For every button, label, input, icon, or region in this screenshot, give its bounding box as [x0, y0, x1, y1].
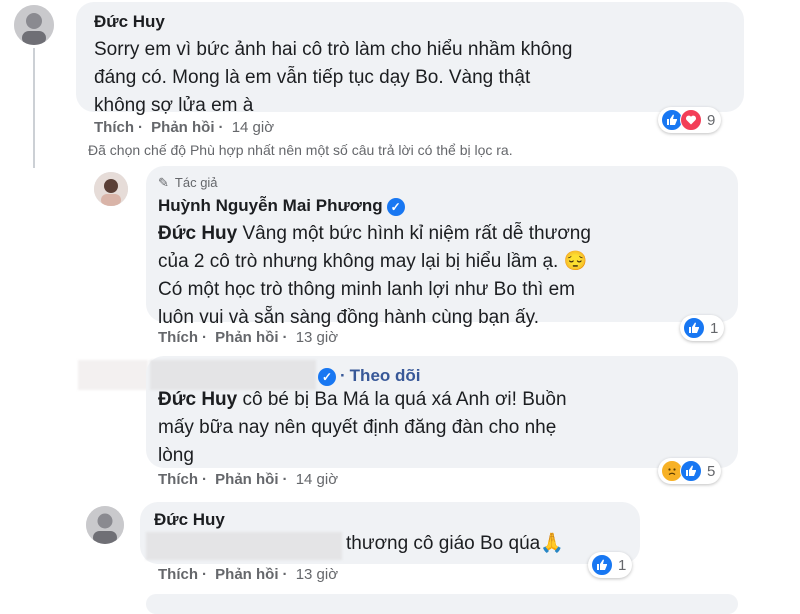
- comment-line: Sorry em vì bức ảnh hai cô trò làm cho h…: [94, 39, 573, 60]
- separator: ·: [138, 119, 143, 136]
- separator: ·: [282, 471, 288, 488]
- reply-button[interactable]: Phản hồi: [215, 566, 278, 583]
- comment-text: Đức Huy cô bé bị Ba Má la quá xá Anh ơi!…: [158, 386, 567, 470]
- reply-button[interactable]: Phản hồi: [151, 119, 214, 136]
- avatar[interactable]: [94, 172, 128, 206]
- comment-author-name: Huỳnh Nguyễn Mai Phương: [158, 196, 383, 215]
- comment-line: Đức Huy Vâng một bức hình kỉ niệm rất dễ…: [158, 220, 591, 248]
- comment-actions: Thích · Phản hồi · 14 giờ: [158, 471, 342, 488]
- comment-author[interactable]: Đức Huy: [154, 510, 225, 530]
- reply-button[interactable]: Phản hồi: [215, 329, 278, 346]
- separator: ·: [202, 329, 207, 346]
- pencil-icon: ✎: [158, 175, 169, 190]
- like-reaction-icon: [680, 460, 702, 482]
- comment-time[interactable]: 13 giờ: [296, 329, 338, 346]
- separator: ·: [282, 329, 288, 346]
- reaction-count: 1: [710, 319, 719, 337]
- comment-line: mấy bữa nay nên quyết định đăng đàn cho …: [158, 417, 557, 438]
- comment-text: Đức Huy Vâng một bức hình kỉ niệm rất dễ…: [158, 220, 591, 332]
- comment-time[interactable]: 14 giờ: [232, 119, 274, 136]
- comment-time[interactable]: 14 giờ: [296, 471, 338, 488]
- separator: ·: [218, 119, 224, 136]
- like-reaction-icon: [683, 317, 705, 339]
- like-reaction-icon: [591, 554, 613, 576]
- mention-link[interactable]: Đức Huy: [158, 389, 237, 410]
- reaction-summary[interactable]: 1: [588, 552, 633, 578]
- thread-line: [33, 48, 35, 168]
- filter-note: Đã chọn chế độ Phù hợp nhất nên một số c…: [88, 142, 513, 158]
- comment-line: lòng: [158, 445, 194, 466]
- avatar[interactable]: [14, 5, 54, 45]
- like-button[interactable]: Thích: [158, 471, 198, 488]
- comment-actions: Thích · Phản hồi · 14 giờ: [94, 119, 278, 136]
- reaction-summary[interactable]: 5: [658, 458, 722, 484]
- comment-line: không sợ lửa em à: [94, 95, 254, 116]
- comment-actions: Thích · Phản hồi · 13 giờ: [158, 566, 342, 583]
- reaction-count: 5: [707, 462, 716, 480]
- like-button[interactable]: Thích: [158, 566, 198, 583]
- comment-text: Sorry em vì bức ảnh hai cô trò làm cho h…: [94, 36, 572, 120]
- comment-line: của 2 cô trò nhưng không may lại bị hiểu…: [158, 251, 588, 272]
- next-comment-bubble: [146, 594, 738, 614]
- comment-line: Đức Huy cô bé bị Ba Má la quá xá Anh ơi!…: [158, 386, 567, 414]
- separator: ·: [282, 566, 288, 583]
- follow-link[interactable]: ✓ · Theo dõi: [318, 366, 421, 386]
- comment-bubble: Đức Huy Sorry em vì bức ảnh hai cô trò l…: [76, 2, 744, 116]
- comment-line-rest: Vâng một bức hình kỉ niệm rất dễ thương: [237, 223, 591, 244]
- comment-bubble: ✎ Tác giả Huỳnh Nguyễn Mai Phương ✓ Đức Hu…: [146, 166, 738, 328]
- comment-text: thương cô giáo Bo qúa🙏: [346, 533, 564, 554]
- comment-author[interactable]: Đức Huy: [94, 12, 165, 32]
- mention-link[interactable]: Đức Huy: [158, 223, 237, 244]
- separator: ·: [202, 471, 207, 488]
- avatar[interactable]: [86, 506, 124, 544]
- author-badge-label: Tác giả: [174, 175, 218, 190]
- reaction-count: 1: [618, 556, 627, 574]
- like-button[interactable]: Thích: [94, 119, 134, 136]
- comment-line: Có một học trò thông minh lanh lợi như B…: [158, 279, 575, 300]
- comment-line-rest: cô bé bị Ba Má la quá xá Anh ơi! Buồn: [237, 389, 567, 410]
- reaction-count: 9: [707, 111, 716, 129]
- follow-label: Theo dõi: [349, 366, 421, 385]
- love-reaction-icon: [680, 109, 702, 131]
- verified-icon: ✓: [386, 197, 405, 216]
- reply-button[interactable]: Phản hồi: [215, 471, 278, 488]
- comment-actions: Thích · Phản hồi · 13 giờ: [158, 329, 342, 346]
- like-button[interactable]: Thích: [158, 329, 198, 346]
- redacted-text: [146, 532, 342, 560]
- reaction-summary[interactable]: 1: [680, 315, 725, 341]
- separator: ·: [340, 366, 346, 385]
- separator: ·: [202, 566, 207, 583]
- comment-bubble: Đức Huy thương cô giáo Bo qúa🙏: [140, 502, 640, 564]
- author-badge: ✎ Tác giả: [158, 175, 218, 191]
- comment-author[interactable]: Huỳnh Nguyễn Mai Phương ✓: [158, 196, 405, 216]
- comment-line: đáng có. Mong là em vẫn tiếp tục dạy Bo.…: [94, 67, 531, 88]
- verified-icon: ✓: [318, 367, 336, 386]
- comment-line: luôn vui và sẵn sàng đồng hành cùng bạn …: [158, 307, 539, 328]
- comment-bubble: ✓ · Theo dõi Đức Huy cô bé bị Ba Má la quá…: [146, 356, 738, 468]
- comment-time[interactable]: 13 giờ: [296, 566, 338, 583]
- reaction-summary[interactable]: 9: [658, 107, 722, 133]
- redacted-area: [78, 360, 148, 390]
